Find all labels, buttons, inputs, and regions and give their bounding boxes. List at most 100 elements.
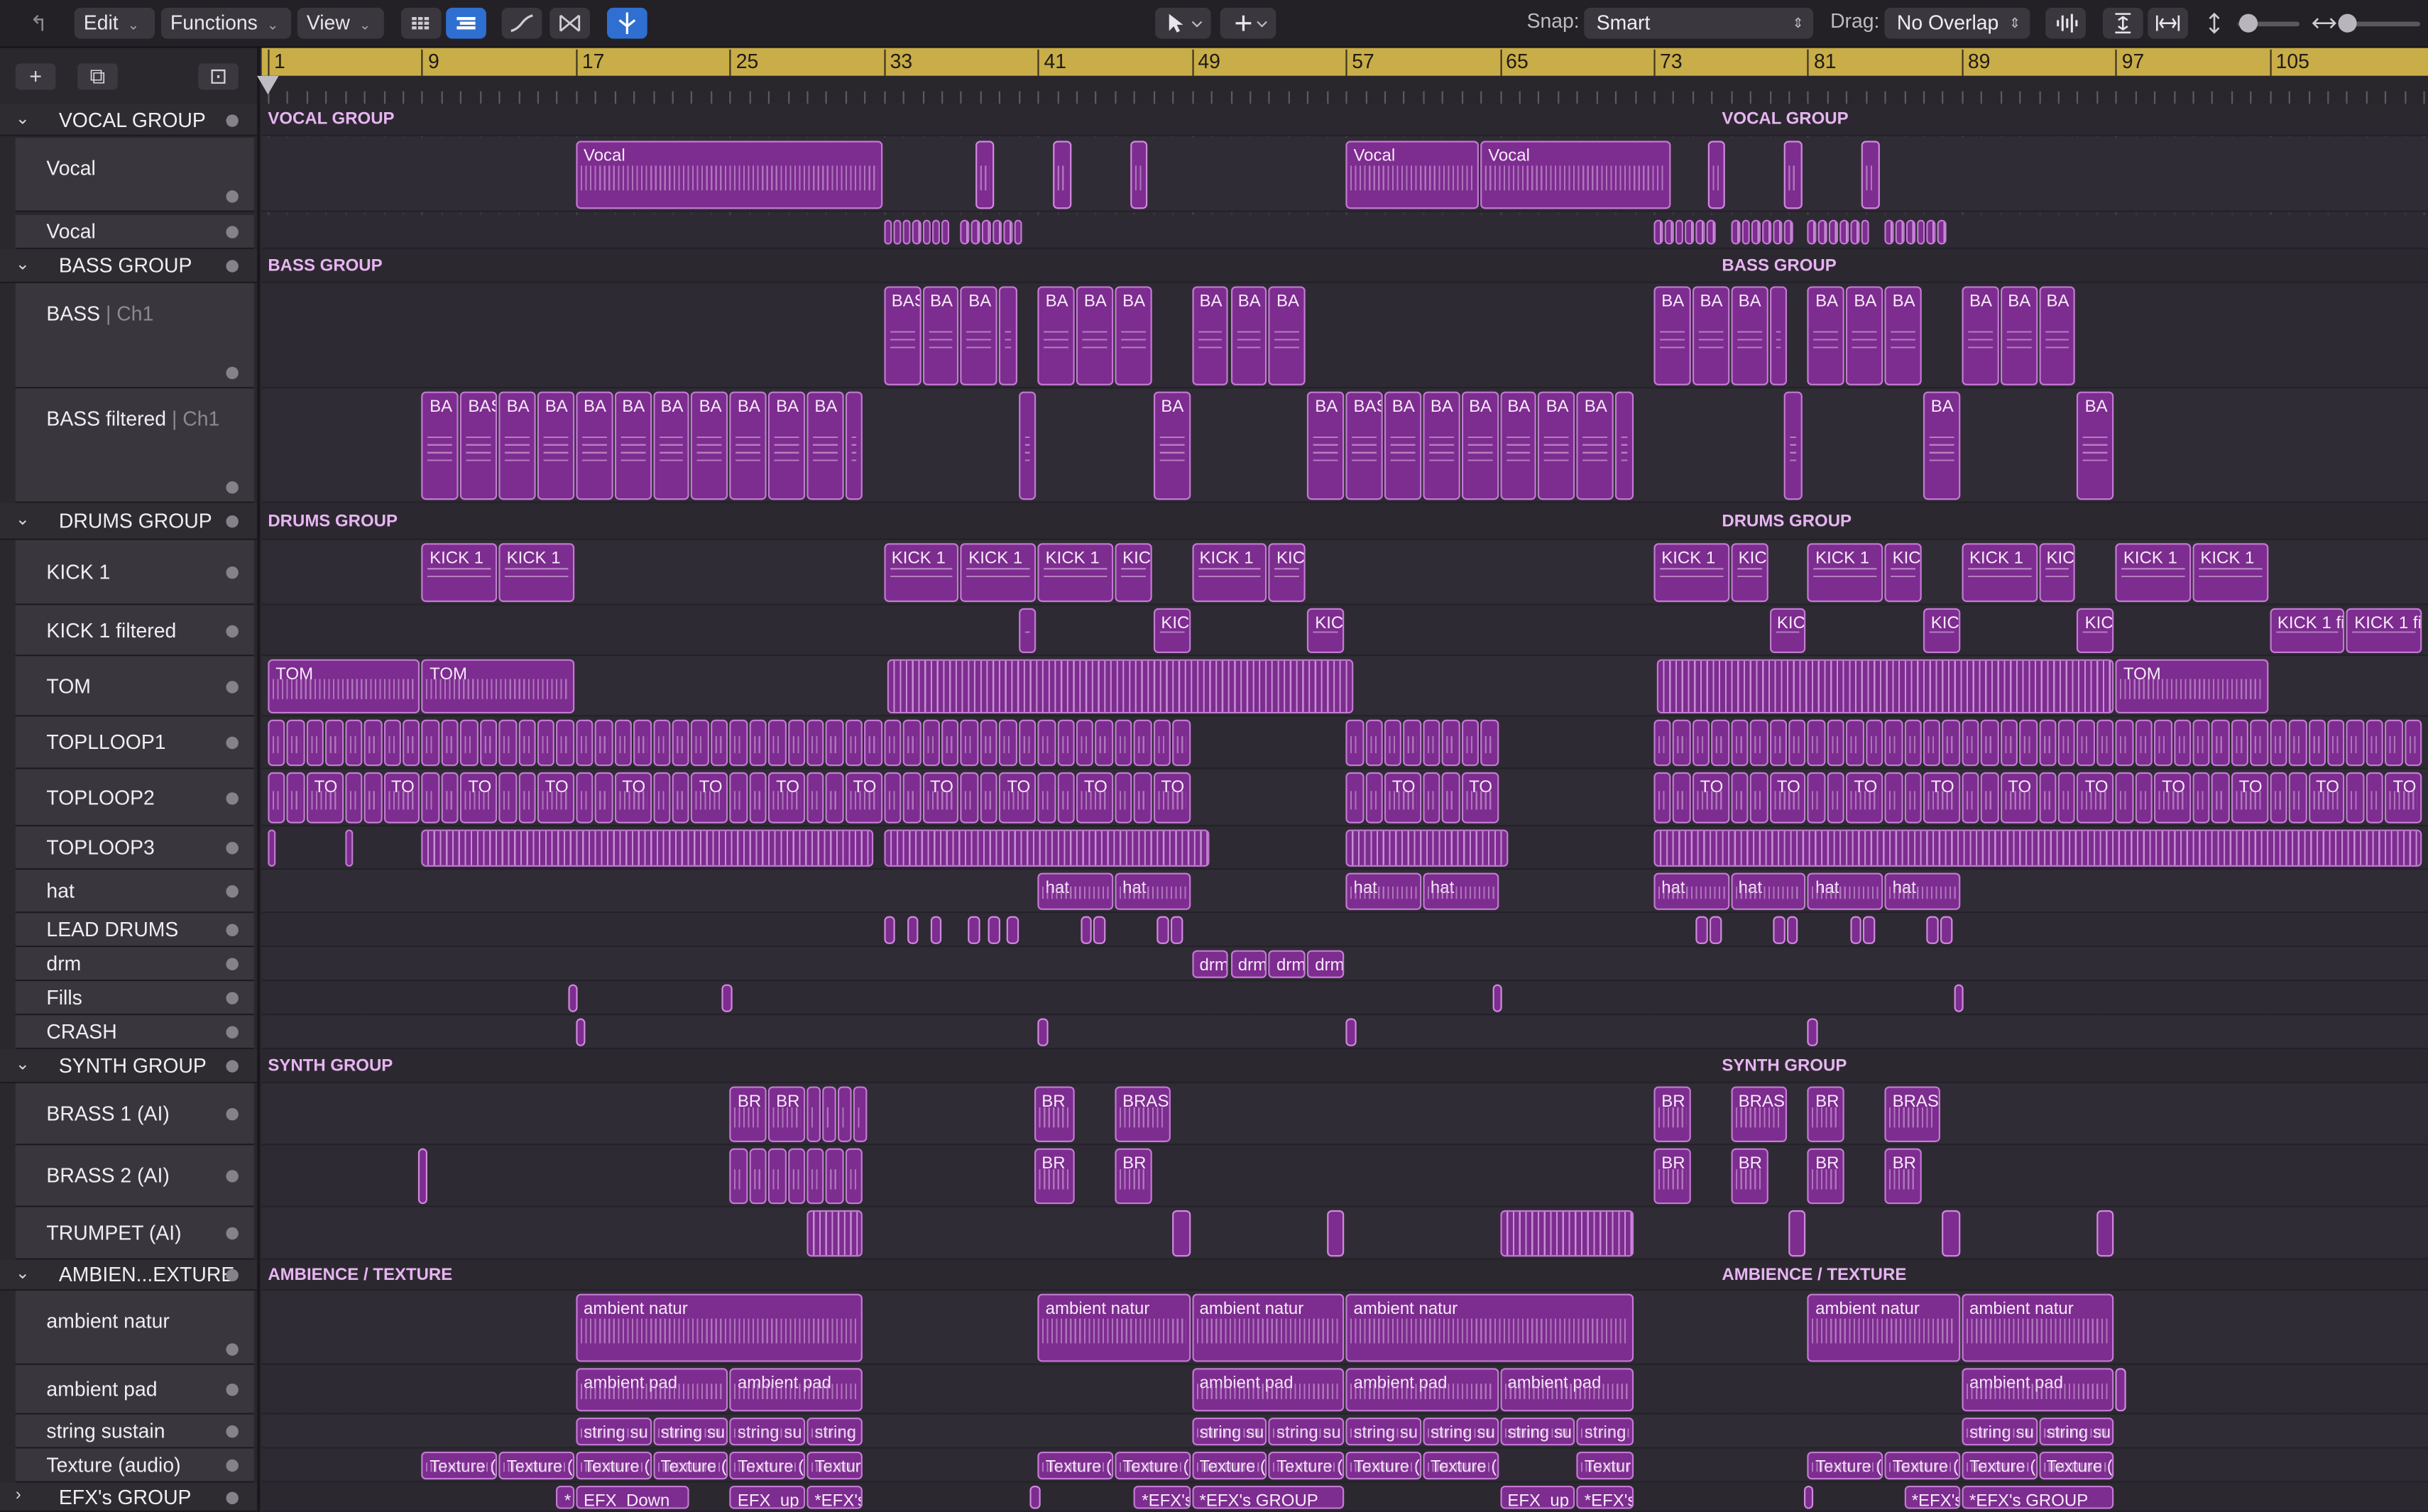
track-lane[interactable] [261,1259,2428,1291]
region[interactable] [1480,719,1499,767]
region[interactable] [1056,772,1075,823]
snap-select[interactable]: Smart ⇕ [1584,7,1814,39]
region[interactable] [1365,772,1383,823]
record-enable-dot[interactable] [226,1060,239,1073]
region[interactable] [845,391,863,500]
region[interactable] [768,719,787,767]
region[interactable] [787,719,806,767]
region[interactable] [826,1148,844,1205]
region[interactable]: BR [729,1086,767,1142]
region[interactable] [1499,1210,1634,1257]
region[interactable]: TO [1923,772,1960,823]
region[interactable] [441,719,459,767]
region[interactable]: Texture ( [1115,1451,1191,1480]
region[interactable]: Texture ( [2038,1451,2114,1480]
track-header[interactable]: Vocal [15,138,254,212]
region[interactable] [2269,772,2287,823]
region[interactable]: BAS [1345,391,1383,500]
region[interactable] [729,772,748,823]
region[interactable] [268,829,276,867]
region[interactable]: BAS [460,391,498,500]
region[interactable] [1849,916,1862,944]
region[interactable] [912,219,921,245]
region[interactable] [1762,219,1772,245]
edit-menu-button[interactable]: Edit ⌄ [74,7,155,39]
track-lane[interactable] [261,104,2428,136]
disclosure-down-icon[interactable]: ⌄ [16,1054,30,1074]
region[interactable]: KICK 1 [498,543,574,603]
playhead-icon[interactable] [257,75,279,94]
region[interactable] [1903,719,1922,767]
region[interactable] [1940,916,1953,944]
region[interactable] [1884,719,1903,767]
region[interactable] [1808,772,1826,823]
region[interactable]: TO [2077,772,2114,823]
track-lane[interactable] [261,981,2428,1016]
track-header[interactable]: BRASS 2 (AI) [15,1145,254,1207]
record-enable-dot[interactable] [226,1425,239,1438]
region[interactable] [652,772,671,823]
track-lane[interactable] [261,215,2428,250]
region[interactable]: Texture ( [1269,1451,1345,1480]
record-enable-dot[interactable] [226,1343,239,1356]
region[interactable]: TO [2308,772,2346,823]
add-track-icon[interactable]: + [15,63,56,90]
region[interactable]: string su [1269,1418,1345,1446]
region[interactable]: BR [1653,1086,1691,1142]
region[interactable] [883,719,902,767]
region[interactable] [999,286,1017,385]
region[interactable] [268,772,286,823]
duplicate-track-icon[interactable]: ⧉ [77,63,118,90]
pointer-tool-icon[interactable] [1155,7,1211,39]
region[interactable]: Texture ( [1345,1451,1421,1480]
region[interactable]: BA [1846,286,1883,385]
region[interactable] [441,772,459,823]
track-header[interactable]: Fills [15,981,254,1016]
region[interactable]: hat [1808,872,1883,910]
region[interactable] [1170,916,1183,944]
region[interactable] [826,719,844,767]
region[interactable] [1037,719,1056,767]
region[interactable]: hat [1730,872,1807,910]
region[interactable] [1709,916,1722,944]
horizontal-zoom-knob[interactable] [2338,13,2357,33]
region[interactable]: drm [1191,950,1229,978]
region[interactable] [2154,719,2172,767]
region[interactable]: Vocal [1480,141,1672,209]
region[interactable]: hat [1884,872,1960,910]
region[interactable] [1345,772,1364,823]
region[interactable] [1461,719,1480,767]
region[interactable]: BR [1034,1148,1075,1205]
record-enable-dot[interactable] [226,885,239,898]
track-lane[interactable] [261,947,2428,982]
region[interactable]: drm [1269,950,1306,978]
disclosure-down-icon[interactable]: ⌄ [16,1263,30,1283]
region[interactable]: Texture ( [1884,1451,1960,1480]
region[interactable]: KIC [2077,608,2114,654]
region[interactable] [1365,719,1383,767]
region[interactable] [556,719,574,767]
region[interactable] [1695,916,1708,944]
tracks-area[interactable]: VOCAL GROUP BASS GROUP DRUMS GROUP SYNTH GR… [261,104,2428,1512]
track-header[interactable]: KICK 1 filtered [15,605,254,657]
region[interactable]: BA [1153,391,1191,500]
region[interactable]: BR [1884,1148,1922,1205]
region[interactable] [999,719,1017,767]
region[interactable]: TO [1076,772,1114,823]
region[interactable]: KICK 1 [2115,543,2192,603]
region[interactable] [1172,1210,1191,1257]
track-header[interactable]: TOM [15,656,254,717]
region[interactable]: KICK 1 [1962,543,2038,603]
region[interactable]: TO [1461,772,1499,823]
region[interactable]: BR [1808,1086,1845,1142]
region[interactable] [729,719,748,767]
region[interactable] [1942,719,1960,767]
region[interactable] [980,772,998,823]
region[interactable]: ambient pad [576,1368,728,1412]
region[interactable]: hat [1037,872,1114,910]
region[interactable] [537,719,555,767]
region[interactable] [1002,219,1012,245]
region[interactable]: Texture ( [1423,1451,1499,1480]
region[interactable] [845,1148,863,1205]
region[interactable] [887,659,1354,714]
